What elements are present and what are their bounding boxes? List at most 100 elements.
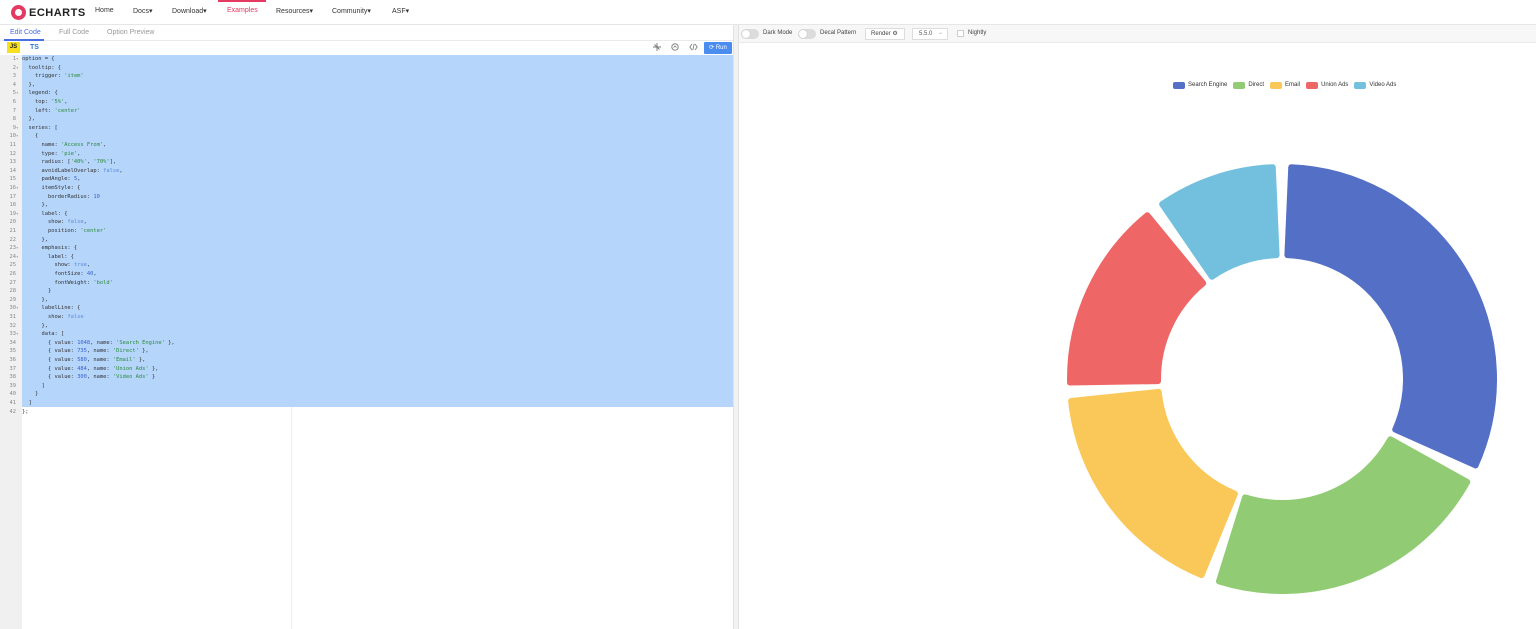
editor-tabs: Edit Code Full Code Option Preview: [0, 25, 733, 41]
line-number: 27: [9, 279, 17, 286]
tab-option-preview[interactable]: Option Preview: [107, 29, 154, 36]
code-line: 15 padAngle: 5,: [0, 175, 81, 184]
version-select[interactable]: 5.5.0 ⌄: [912, 28, 948, 40]
code-line: 21 position: 'center': [0, 227, 107, 236]
code-text: data: [: [22, 331, 65, 338]
line-number: 33: [9, 331, 17, 338]
code-text: label: {: [22, 210, 68, 217]
nav-community[interactable]: Community▾: [332, 7, 371, 15]
code-text: itemStyle: {: [22, 185, 81, 191]
line-number: 3: [12, 73, 16, 80]
code-text: label: {: [22, 253, 74, 260]
render-select[interactable]: Render ⚙: [865, 28, 905, 40]
code-text: option = {: [22, 56, 55, 62]
dark-mode-toggle[interactable]: [741, 29, 759, 39]
code-line: 28 }: [0, 287, 52, 296]
language-bar: JS TS ⟳ Run: [0, 41, 733, 55]
code-text: show: false,: [22, 219, 87, 226]
lang-js-button[interactable]: JS: [7, 42, 20, 53]
chart-canvas[interactable]: Search Engine Direct Email Union Ads Video A…: [739, 43, 1536, 629]
code-line: 1▾ option = {: [0, 55, 55, 64]
nav-download[interactable]: Download▾: [172, 7, 207, 15]
line-number: 4: [12, 81, 16, 88]
pie-slice[interactable]: [1067, 212, 1207, 386]
code-line: 26 fontSize: 40,: [0, 270, 97, 279]
pie-slice[interactable]: [1284, 164, 1497, 469]
print-margin: [291, 407, 292, 629]
code-text: avoidLabelOverlap: false,: [22, 167, 123, 174]
code-icon[interactable]: [687, 43, 699, 53]
line-number: 11: [9, 142, 17, 148]
donut-chart[interactable]: [739, 43, 1536, 629]
line-number: 7: [12, 107, 16, 114]
nav-home[interactable]: Home: [95, 7, 114, 14]
code-text: },: [22, 236, 48, 243]
lang-ts-button[interactable]: TS: [30, 44, 39, 51]
line-number: 41: [9, 400, 17, 406]
share-icon[interactable]: [669, 43, 681, 53]
code-text: },: [22, 296, 48, 303]
echarts-logo[interactable]: ECHARTS: [11, 4, 86, 21]
code-text: },: [22, 202, 48, 209]
format-icon[interactable]: [651, 43, 663, 53]
line-number: 29: [9, 296, 17, 303]
code-text: },: [22, 81, 35, 88]
decal-pattern-toggle[interactable]: [798, 29, 816, 39]
line-number: 40: [9, 391, 17, 398]
code-text: top: '5%',: [22, 99, 68, 105]
code-line: 39 ]: [0, 382, 45, 391]
nav-examples[interactable]: Examples: [227, 7, 258, 14]
line-number: 15: [9, 176, 17, 183]
code-text: radius: ['40%', '70%'],: [22, 159, 117, 166]
line-number: 30: [9, 305, 17, 312]
code-text: trigger: 'item': [22, 73, 84, 80]
line-number: 37: [9, 365, 17, 372]
line-number: 32: [9, 322, 17, 329]
line-number: 23: [9, 245, 17, 252]
line-number: 21: [9, 228, 17, 234]
nav-resources[interactable]: Resources▾: [276, 7, 313, 15]
code-text: fontWeight: 'bold': [22, 279, 113, 286]
line-number: 19: [9, 210, 17, 217]
code-line: 30▾ labelLine: {: [0, 304, 81, 313]
line-number: 28: [9, 288, 17, 295]
nav-asf[interactable]: ASF▾: [392, 7, 409, 15]
tab-full-code[interactable]: Full Code: [59, 29, 89, 36]
code-text: { value: 1048, name: 'Search Engine' },: [22, 339, 175, 346]
code-line: 13 radius: ['40%', '70%'],: [0, 158, 117, 167]
line-number: 6: [12, 99, 16, 105]
code-line: 19▾ label: {: [0, 210, 68, 219]
code-line: 8 },: [0, 115, 35, 124]
line-number: 14: [9, 167, 17, 174]
code-line: 37 { value: 484, name: 'Union Ads' },: [0, 365, 159, 374]
code-text: },: [22, 116, 35, 123]
code-text: ]: [22, 382, 45, 389]
tab-edit-code[interactable]: Edit Code: [10, 29, 41, 36]
code-text: emphasis: {: [22, 245, 78, 252]
nightly-checkbox[interactable]: [957, 30, 964, 37]
code-text: { value: 300, name: 'Video Ads' }: [22, 374, 156, 381]
nav-docs[interactable]: Docs▾: [133, 7, 152, 15]
code-line: 11 name: 'Access From',: [0, 141, 107, 150]
preview-pane: Dark Mode Decal Pattern Render ⚙ 5.5.0 ⌄…: [739, 25, 1536, 629]
line-number: 39: [9, 382, 17, 389]
line-number: 35: [9, 348, 17, 355]
code-text: tooltip: {: [22, 64, 61, 71]
pie-slice[interactable]: [1068, 388, 1238, 579]
code-line: 20 show: false,: [0, 218, 87, 227]
echarts-logo-icon: [11, 5, 26, 20]
code-line: 42};: [0, 408, 29, 417]
code-text: ]: [22, 400, 32, 406]
code-line: 10▾ {: [0, 132, 39, 141]
version-value: 5.5.0: [919, 31, 933, 37]
pie-slice[interactable]: [1215, 436, 1471, 594]
run-button[interactable]: ⟳ Run: [704, 42, 732, 54]
code-area[interactable]: 1▾ option = {2▾ tooltip: {3 trigger: 'ite…: [0, 55, 733, 629]
code-line: 25 show: true,: [0, 261, 91, 270]
top-navbar: ECHARTS Home Docs▾ Download▾ Examples Re…: [0, 0, 1536, 25]
line-number: 25: [9, 262, 17, 269]
code-text: padAngle: 5,: [22, 176, 81, 183]
line-number: 42: [9, 408, 17, 415]
code-line: 31 show: false: [0, 313, 84, 322]
dark-mode-label: Dark Mode: [763, 30, 793, 36]
